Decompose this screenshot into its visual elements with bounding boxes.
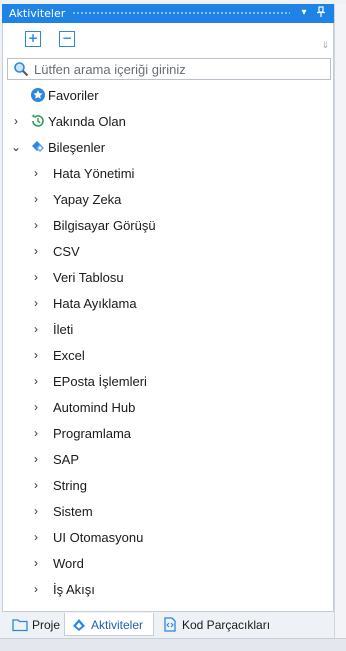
collapse-all-button[interactable]: − — [59, 31, 75, 47]
tree-item-label: Bileşenler — [48, 140, 106, 155]
components-icon — [30, 139, 46, 155]
chevron-right-icon[interactable]: › — [31, 322, 41, 336]
tree-item-favoriler[interactable]: Favoriler — [3, 86, 323, 106]
chevron-right-icon[interactable]: › — [11, 114, 21, 128]
folder-icon — [12, 619, 28, 632]
tree-child-item[interactable]: › İleti — [3, 320, 323, 340]
tree-item-label: Bilgisayar Görüşü — [53, 218, 156, 233]
tab-label: Aktiviteler — [91, 618, 144, 632]
tree-item-label: Hata Yönetimi — [53, 166, 135, 181]
status-strip — [0, 638, 346, 651]
tree-item-label: Automind Hub — [53, 400, 136, 415]
chevron-right-icon[interactable]: › — [31, 296, 41, 310]
tree-child-item[interactable]: › Hata Ayıklama — [3, 294, 323, 314]
panel-menu-button[interactable]: ▾ — [297, 6, 311, 20]
tree-child-item[interactable]: › Veri Tablosu — [3, 268, 323, 288]
search-icon — [14, 62, 29, 77]
tree-child-item[interactable]: › Automind Hub — [3, 398, 323, 418]
chevron-right-icon[interactable]: › — [31, 426, 41, 440]
tree-child-item[interactable]: › String — [3, 476, 323, 496]
chevron-right-icon[interactable]: › — [31, 556, 41, 570]
chevron-down-icon[interactable]: ⌄ — [11, 140, 21, 154]
tree-item-label: Hata Ayıklama — [53, 296, 137, 311]
star-badge-icon — [30, 87, 46, 103]
tree-item-label: EPosta İşlemleri — [53, 374, 147, 389]
tab-proje[interactable]: Proje — [6, 613, 62, 636]
search-box — [7, 58, 331, 80]
tree-item-label: Yapay Zeka — [53, 192, 122, 207]
tree-child-item[interactable]: › EPosta İşlemleri — [3, 372, 323, 392]
tree-child-item[interactable]: › UI Otomasyonu — [3, 528, 323, 548]
tab-aktiviteler[interactable]: Aktiviteler — [64, 613, 154, 636]
chevron-right-icon[interactable]: › — [31, 452, 41, 466]
tree-child-item[interactable]: › Programlama — [3, 424, 323, 444]
scroll-down-icon[interactable]: ⇓ — [321, 41, 329, 51]
tree-child-item[interactable]: › Excel — [3, 346, 323, 366]
tree-item-label: Programlama — [53, 426, 132, 441]
chevron-right-icon[interactable]: › — [31, 218, 41, 232]
clock-history-icon — [30, 113, 46, 129]
tree-item-label: Excel — [53, 348, 85, 363]
tree-child-item[interactable]: › Bilgisayar Görüşü — [3, 216, 323, 236]
tab-kod-parcaciklari[interactable]: Kod Parçacıkları — [156, 613, 272, 636]
panel-titlebar: Aktiviteler ▾ — [2, 4, 334, 23]
tree-child-item[interactable]: › Word — [3, 554, 323, 574]
tree-child-item[interactable]: › İş Akışı — [3, 580, 323, 600]
tab-label: Proje — [32, 618, 61, 632]
tree-item-label: Yakında Olan — [48, 114, 126, 129]
tree-item-label: SAP — [53, 452, 80, 467]
chevron-right-icon[interactable]: › — [31, 400, 41, 414]
snippet-icon — [164, 617, 176, 632]
chevron-right-icon[interactable]: › — [31, 478, 41, 492]
tab-label: Kod Parçacıkları — [182, 618, 271, 632]
panel-tab-bar: Proje Aktiviteler Kod Parçacıkları — [2, 613, 334, 637]
titlebar-grip — [72, 11, 290, 16]
chevron-right-icon[interactable]: › — [31, 374, 41, 388]
tree-item-label: UI Otomasyonu — [53, 530, 144, 545]
search-input[interactable] — [34, 60, 324, 78]
tree-item-label: Favoriler — [48, 88, 99, 103]
tree-item-label: İleti — [53, 322, 74, 337]
tree-item-label: Word — [53, 556, 84, 571]
pin-button[interactable] — [314, 6, 328, 20]
tree-item-label: Veri Tablosu — [53, 270, 124, 285]
tree-child-item[interactable]: › Sistem — [3, 502, 323, 522]
chevron-right-icon[interactable]: › — [31, 530, 41, 544]
panel-title: Aktiviteler — [9, 7, 66, 20]
pin-icon — [317, 6, 325, 17]
chevron-right-icon[interactable]: › — [31, 270, 41, 284]
expand-all-button[interactable]: + — [25, 31, 41, 47]
tree-item-label: Sistem — [53, 504, 93, 519]
tree-item-bileşenler[interactable]: ⌄ Bileşenler — [3, 138, 323, 158]
tree-child-item[interactable]: › Yapay Zeka — [3, 190, 323, 210]
chevron-right-icon[interactable]: › — [31, 192, 41, 206]
chevron-right-icon[interactable]: › — [31, 504, 41, 518]
chevron-right-icon[interactable]: › — [31, 582, 41, 596]
tree-item-label: CSV — [53, 244, 80, 259]
tree-item-label: İş Akışı — [53, 582, 95, 597]
tree-item-yakında-olan[interactable]: › Yakında Olan — [3, 112, 323, 132]
tree-item-label: String — [53, 478, 87, 493]
panel-toolbar: + − ⇓ — [3, 23, 333, 57]
tree-child-item[interactable]: › Hata Yönetimi — [3, 164, 323, 184]
chevron-right-icon[interactable]: › — [31, 348, 41, 362]
chevron-right-icon[interactable]: › — [31, 244, 41, 258]
chevron-right-icon[interactable]: › — [31, 166, 41, 180]
right-edge-strip — [334, 4, 346, 638]
activities-icon — [73, 619, 85, 631]
tree-child-item[interactable]: › CSV — [3, 242, 323, 262]
tree-child-item[interactable]: › SAP — [3, 450, 323, 470]
